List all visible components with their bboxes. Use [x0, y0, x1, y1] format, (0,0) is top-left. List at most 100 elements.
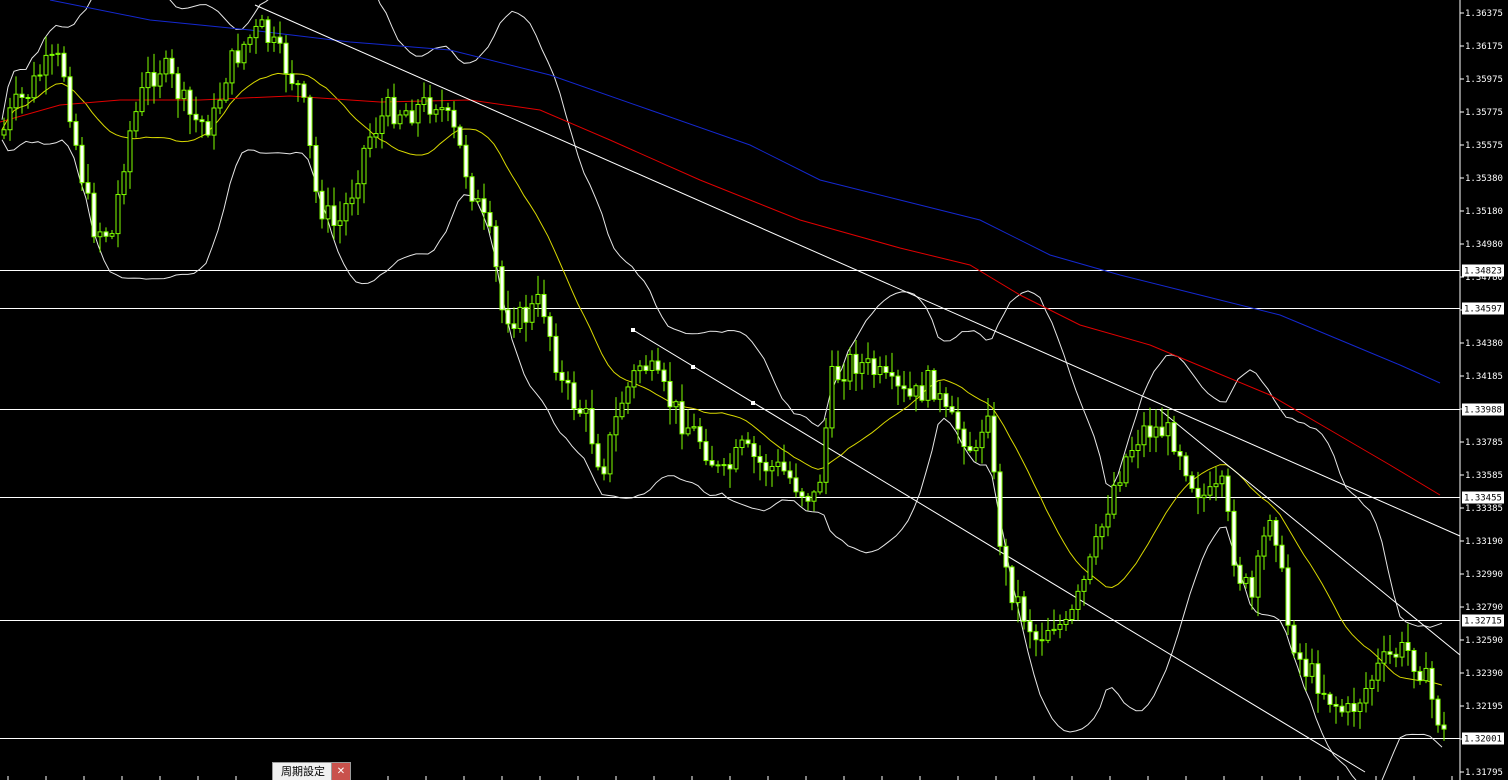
moving-average-mid-line	[0, 95, 1441, 496]
candle-body	[1267, 519, 1273, 537]
candle-body	[1303, 658, 1309, 677]
candle-body	[1063, 618, 1069, 625]
candle-body	[871, 358, 877, 376]
candle-body	[721, 464, 727, 467]
candle-body	[793, 477, 799, 493]
candle-body	[517, 306, 523, 329]
candle-body	[349, 197, 355, 205]
candle-body	[187, 89, 193, 115]
candle-body	[481, 198, 487, 214]
candle-body	[1291, 624, 1297, 654]
price-tick-label: 1.34380	[1465, 339, 1503, 349]
candle-body	[1201, 494, 1207, 499]
price-tick-label: 1.34185	[1465, 372, 1503, 382]
period-settings-label[interactable]: 周期設定	[272, 762, 332, 780]
trendline-anchor-handle[interactable]	[751, 401, 755, 405]
candle-body	[925, 370, 931, 401]
candle-body	[583, 408, 589, 414]
candle-body	[901, 385, 907, 390]
candle-body	[595, 443, 601, 468]
candle-body	[121, 171, 127, 196]
candle-body	[1087, 556, 1093, 581]
candle-body	[1423, 667, 1429, 682]
candle-body	[301, 83, 307, 98]
candle-body	[253, 25, 259, 39]
candle-body	[1213, 483, 1219, 488]
candle-body	[1435, 698, 1441, 726]
trendline-anchor-handle[interactable]	[691, 365, 695, 369]
candle-body	[1075, 590, 1081, 610]
candle-body	[7, 107, 13, 131]
candle-body	[235, 50, 241, 64]
candle-body	[847, 353, 853, 382]
candle-body	[403, 110, 409, 116]
candle-body	[85, 182, 91, 194]
candle-body	[433, 109, 439, 115]
candle-body	[1057, 623, 1063, 630]
candle-body	[865, 358, 871, 364]
price-tick-label: 1.32990	[1465, 570, 1503, 580]
candle-body	[961, 428, 967, 448]
candle-body	[805, 495, 811, 502]
candle-body	[685, 427, 691, 435]
candle-body	[493, 225, 499, 268]
candle-body	[37, 74, 43, 77]
candle-body	[1105, 513, 1111, 528]
candle-body	[895, 375, 901, 387]
candle-body	[1225, 475, 1231, 512]
candle-body	[1429, 667, 1435, 700]
candle-body	[1189, 475, 1195, 489]
candle-body	[337, 220, 343, 226]
candle-body	[181, 89, 187, 100]
candle-body	[1243, 576, 1249, 584]
candle-body	[613, 416, 619, 436]
trendline-anchor-handle[interactable]	[631, 328, 635, 332]
price-chart[interactable]: 1.36375 1.36175 1.35975 1.35775 1.35575 1.353…	[0, 0, 1508, 780]
candle-body	[127, 130, 133, 173]
candle-body	[811, 491, 817, 502]
candle-body	[559, 371, 565, 381]
candle-body	[1093, 536, 1099, 558]
candle-body	[1285, 567, 1291, 626]
candle-body	[979, 431, 985, 449]
candle-body	[1351, 703, 1357, 713]
candle-body	[193, 113, 199, 121]
candle-body	[79, 144, 85, 184]
candle-body	[295, 83, 301, 86]
price-axis: 1.36375 1.36175 1.35975 1.35775 1.35575 1.353…	[7, 0, 1503, 780]
candle-body	[841, 379, 847, 382]
candle-body	[361, 147, 367, 185]
trendline-recent[interactable]	[1159, 409, 1461, 656]
candle-body	[859, 362, 865, 374]
candle-body	[799, 491, 805, 497]
candle-body	[781, 461, 787, 472]
candle-body	[463, 144, 469, 178]
price-tick-label: 1.32590	[1465, 636, 1503, 646]
price-tick-label: 1.32790	[1465, 603, 1503, 613]
candle-body	[1147, 425, 1153, 438]
candle-body	[61, 52, 67, 78]
candle-body	[229, 50, 235, 84]
candle-body	[679, 401, 685, 435]
candle-body	[1183, 455, 1189, 477]
candle-body	[109, 233, 115, 237]
period-settings-tab[interactable]: 周期設定 ✕	[272, 762, 351, 780]
price-tick-label: 1.35180	[1465, 207, 1503, 217]
candle-body	[1153, 426, 1159, 438]
candle-body	[775, 461, 781, 468]
candle-body	[1369, 679, 1375, 689]
close-icon[interactable]: ✕	[332, 762, 351, 780]
candle-body	[355, 183, 361, 199]
price-tick-label: 1.35575	[1465, 141, 1503, 151]
candle-body	[19, 93, 25, 99]
candle-body	[211, 107, 217, 136]
candle-body	[1003, 545, 1009, 568]
trendline-channel[interactable]	[632, 329, 1366, 773]
candle-body	[751, 443, 757, 458]
chart-window[interactable]: 1.36375 1.36175 1.35975 1.35775 1.35575 1.353…	[0, 0, 1508, 780]
candle-body	[313, 145, 319, 192]
bollinger-lower-line	[1, 139, 1443, 780]
candle-body	[1027, 620, 1033, 633]
candle-body	[1321, 692, 1327, 695]
candle-body	[343, 203, 349, 222]
